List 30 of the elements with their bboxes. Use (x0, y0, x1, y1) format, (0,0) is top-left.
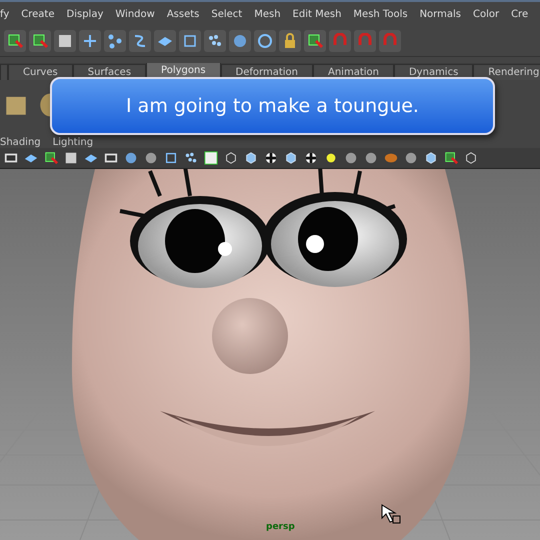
shelf-tab[interactable]: Curves (8, 64, 73, 80)
selection-icon[interactable] (304, 30, 326, 52)
square-icon[interactable] (54, 30, 76, 52)
tooltip-text: I am going to make a toungue. (126, 95, 419, 117)
lattice-icon[interactable] (179, 30, 201, 52)
menu-item[interactable]: Cre (505, 8, 534, 20)
menu-item[interactable]: Create (15, 8, 60, 20)
cursor-icon (381, 504, 401, 526)
selection-icon[interactable] (29, 30, 51, 52)
plus-icon[interactable] (79, 30, 101, 52)
camera-label: persp (266, 522, 295, 532)
menu-item[interactable]: Select (205, 8, 248, 20)
menu-item[interactable]: Display (60, 8, 110, 20)
curve-icon[interactable] (129, 30, 151, 52)
plane-icon[interactable] (154, 30, 176, 52)
menu-item[interactable]: Color (466, 8, 506, 20)
menu-item[interactable]: Assets (160, 8, 206, 20)
menu-item[interactable]: Edit Mesh (286, 8, 348, 20)
menu-item[interactable]: fy (0, 8, 16, 20)
menu-item[interactable]: Mesh (248, 8, 287, 20)
selection-icon[interactable] (4, 30, 26, 52)
menu-item[interactable]: Mesh Tools (347, 8, 414, 20)
menu-item[interactable]: Window (109, 8, 161, 20)
padlock-icon[interactable] (279, 30, 301, 52)
shelf-tab[interactable]: Rendering (473, 64, 540, 80)
particles-icon[interactable] (204, 30, 226, 52)
menu-item[interactable]: Normals (414, 8, 467, 20)
panel-menu-item[interactable]: Lighting (52, 137, 100, 148)
node-graph-icon[interactable] (104, 30, 126, 52)
panel-menu-item[interactable]: Shading (0, 137, 47, 148)
